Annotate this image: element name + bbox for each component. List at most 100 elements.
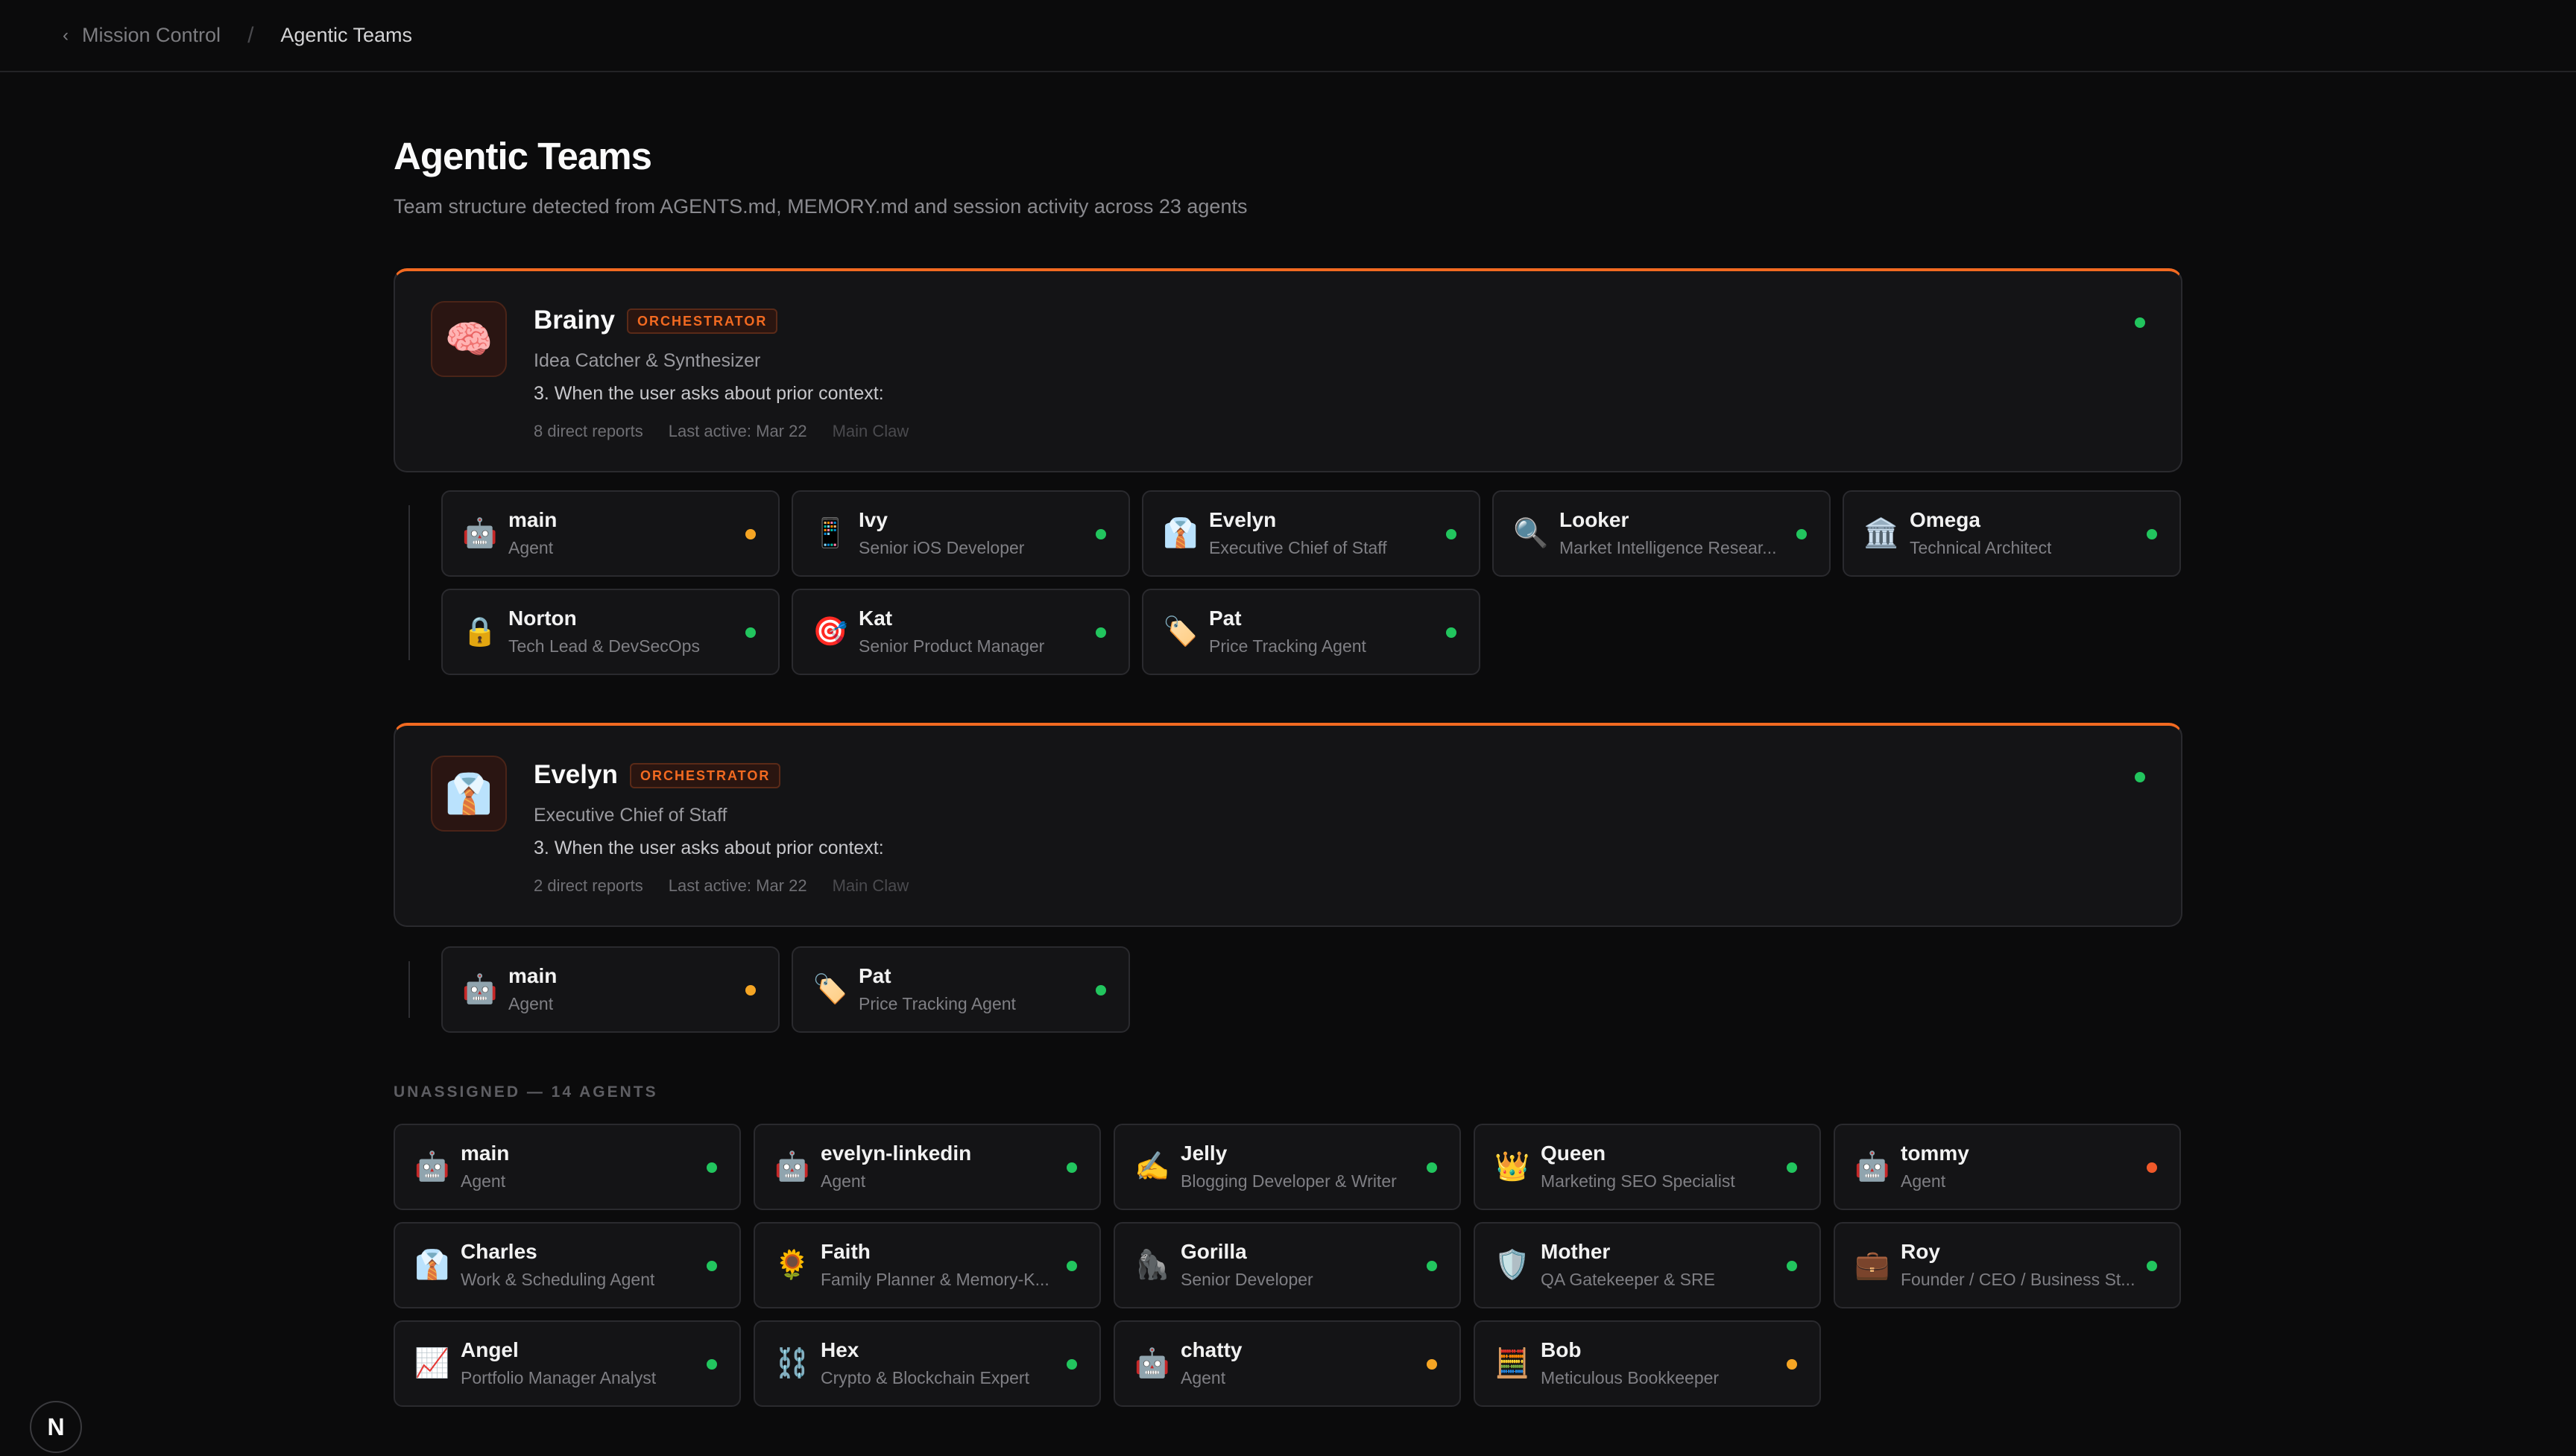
orchestrator-card[interactable]: 👔 Evelyn ORCHESTRATOR Executive Chief of St… [394,723,2182,927]
agent-role: Agent [821,1171,866,1191]
agent-card[interactable]: 🤖 main Agent [441,946,780,1033]
agent-card[interactable]: 🔍 Looker Market Intelligence Resear... [1492,490,1831,577]
agent-name: Bob [1541,1338,1582,1361]
agent-role: Senior Developer [1181,1270,1313,1289]
magnifier-icon: 🔍 [1513,518,1549,549]
agent-card[interactable]: 🤖 evelyn-linkedin Agent [754,1124,1101,1210]
robot-icon: 🤖 [462,518,498,549]
agent-role: Agent [461,1171,506,1191]
agent-card[interactable]: ⛓️ Hex Crypto & Blockchain Expert [754,1320,1101,1407]
breadcrumb-back-link[interactable]: ‹ Mission Control [63,24,221,47]
status-dot [745,985,756,996]
unassigned-section-label: UNASSIGNED — 14 AGENTS [394,1083,658,1101]
brain-icon: 🧠 [431,301,507,377]
status-dot [1427,1359,1437,1370]
agent-role: Marketing SEO Specialist [1541,1171,1735,1191]
shield-icon: 🛡️ [1494,1250,1530,1281]
agent-card[interactable]: 🤖 tommy Agent [1834,1124,2181,1210]
agent-role: Agent [1901,1171,1946,1191]
agent-name: Looker [1559,508,1629,531]
shirt-tie-icon: 👔 [414,1250,450,1281]
agent-card[interactable]: ✍️ Jelly Blogging Developer & Writer [1114,1124,1461,1210]
chevron-left-icon: ‹ [63,25,69,45]
agent-card[interactable]: 👑 Queen Marketing SEO Specialist [1474,1124,1821,1210]
agent-card[interactable]: 🧮 Bob Meticulous Bookkeeper [1474,1320,1821,1407]
status-dot [1796,529,1807,539]
status-dot [1067,1162,1077,1173]
agent-name: Faith [821,1240,871,1263]
orchestrator-description: 3. When the user asks about prior contex… [534,838,884,858]
agent-name: main [461,1142,510,1165]
shirt-tie-icon: 👔 [1163,518,1199,549]
chain-icon: ⛓️ [774,1348,810,1379]
agent-name: Pat [859,964,891,987]
price-tag-icon: 🏷️ [1163,616,1199,648]
report-connector-line [408,961,410,1018]
agent-card[interactable]: 🤖 chatty Agent [1114,1320,1461,1407]
agent-card[interactable]: 📈 Angel Portfolio Manager Analyst [394,1320,741,1407]
agent-card[interactable]: 👔 Evelyn Executive Chief of Staff [1142,490,1480,577]
agent-role: Market Intelligence Resear... [1559,538,1777,557]
chart-up-icon: 📈 [414,1348,450,1379]
last-active: Last active: Mar 22 [668,876,807,895]
agent-card[interactable]: 🤖 main Agent [394,1124,741,1210]
status-dot [1427,1261,1437,1271]
status-dot [1067,1261,1077,1271]
claw-label: Main Claw [832,422,909,440]
agent-name: tommy [1901,1142,1969,1165]
agent-card[interactable]: 🔒 Norton Tech Lead & DevSecOps [441,589,780,675]
robot-icon: 🤖 [1854,1151,1890,1183]
breadcrumb-separator: / [247,22,254,48]
status-dot [1787,1261,1797,1271]
briefcase-icon: 💼 [1854,1250,1890,1281]
last-active: Last active: Mar 22 [668,422,807,440]
status-dot [1446,627,1456,638]
agent-card[interactable]: 🛡️ Mother QA Gatekeeper & SRE [1474,1222,1821,1308]
agent-card[interactable]: 🏷️ Pat Price Tracking Agent [792,946,1130,1033]
classical-building-icon: 🏛️ [1863,518,1899,549]
agent-role: Work & Scheduling Agent [461,1270,655,1289]
agent-role: Meticulous Bookkeeper [1541,1368,1720,1387]
writing-hand-icon: ✍️ [1134,1151,1170,1183]
orchestrator-role: Executive Chief of Staff [534,805,727,826]
status-dot [2147,529,2157,539]
agent-card[interactable]: 🌻 Faith Family Planner & Memory-K... [754,1222,1101,1308]
agent-role: Technical Architect [1910,538,2052,557]
agent-name: Evelyn [1209,508,1277,531]
agent-name: Pat [1209,607,1242,630]
agent-role: Executive Chief of Staff [1209,538,1387,557]
orchestrator-meta: 2 direct reports Last active: Mar 22 Main … [534,876,909,896]
orchestrator-card[interactable]: 🧠 Brainy ORCHESTRATOR Idea Catcher & Synthe… [394,268,2182,472]
agent-name: Kat [859,607,893,630]
agent-card[interactable]: 🤖 main Agent [441,490,780,577]
page-subtitle: Team structure detected from AGENTS.md, … [394,195,1248,218]
sunflower-icon: 🌻 [774,1250,810,1281]
status-dot [745,529,756,539]
agent-card[interactable]: 💼 Roy Founder / CEO / Business St... [1834,1222,2181,1308]
report-connector-line [408,505,410,660]
agent-role: Senior iOS Developer [859,538,1025,557]
agent-card[interactable]: 🎯 Kat Senior Product Manager [792,589,1130,675]
status-dot [707,1359,717,1370]
agent-role: Price Tracking Agent [1209,636,1366,656]
top-bar: ‹ Mission Control / Agentic Teams [0,0,2576,72]
status-dot [707,1162,717,1173]
status-dot [2135,317,2145,328]
breadcrumb-parent[interactable]: Mission Control [82,24,221,47]
orchestrator-meta: 8 direct reports Last active: Mar 22 Main … [534,422,909,441]
agent-role: Portfolio Manager Analyst [461,1368,657,1387]
status-dot [1446,529,1456,539]
agent-role: Agent [508,538,554,557]
agent-role: Tech Lead & DevSecOps [508,636,700,656]
page-title: Agentic Teams [394,135,652,177]
agent-card[interactable]: 👔 Charles Work & Scheduling Agent [394,1222,741,1308]
direct-reports-count: 8 direct reports [534,422,643,440]
dev-tools-badge[interactable]: N [30,1401,82,1453]
agent-card[interactable]: 🏛️ Omega Technical Architect [1843,490,2181,577]
agent-name: Charles [461,1240,537,1263]
agent-card[interactable]: 📱 Ivy Senior iOS Developer [792,490,1130,577]
agent-name: Queen [1541,1142,1606,1165]
status-dot [1427,1162,1437,1173]
agent-card[interactable]: 🦍 Gorilla Senior Developer [1114,1222,1461,1308]
agent-card[interactable]: 🏷️ Pat Price Tracking Agent [1142,589,1480,675]
